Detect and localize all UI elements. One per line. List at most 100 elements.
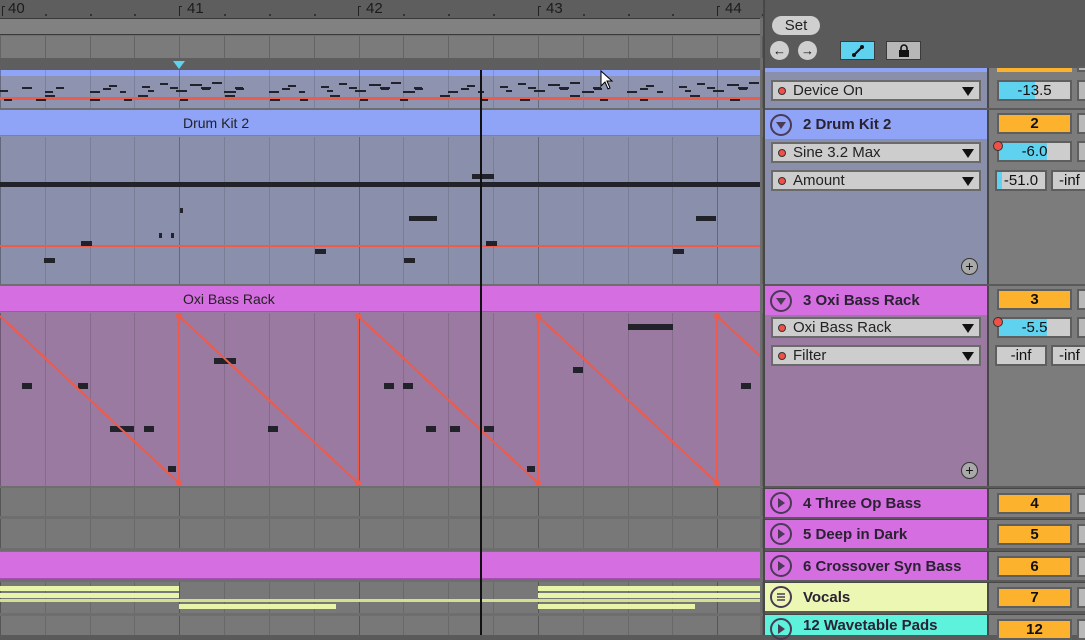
fold-toggle-right-icon[interactable] bbox=[770, 492, 792, 514]
midi-note[interactable] bbox=[500, 86, 508, 88]
midi-note[interactable] bbox=[225, 95, 235, 97]
midi-note[interactable] bbox=[0, 90, 8, 92]
midi-note[interactable] bbox=[4, 99, 12, 101]
midi-note[interactable] bbox=[270, 99, 280, 101]
midi-note[interactable] bbox=[321, 86, 329, 88]
midi-note[interactable] bbox=[269, 91, 279, 93]
track-number-box[interactable]: 7 bbox=[997, 587, 1072, 608]
midi-note[interactable] bbox=[142, 86, 150, 88]
track-title-bar[interactable]: 2 Drum Kit 2 bbox=[765, 110, 987, 139]
device-chooser[interactable]: Oxi Bass Rack bbox=[771, 317, 981, 338]
add-automation-lane-button[interactable]: + bbox=[961, 258, 978, 275]
midi-note[interactable] bbox=[472, 174, 494, 179]
track-number-box[interactable] bbox=[997, 68, 1072, 72]
midi-note[interactable] bbox=[506, 90, 512, 92]
track-number-box[interactable]: 4 bbox=[997, 493, 1072, 514]
clip-bar[interactable] bbox=[538, 593, 760, 598]
track-6-clip[interactable] bbox=[0, 551, 760, 579]
midi-note[interactable] bbox=[685, 90, 691, 92]
track-1-lane[interactable] bbox=[0, 70, 763, 108]
fold-toggle-right-icon[interactable] bbox=[770, 618, 792, 640]
clip-bar[interactable] bbox=[538, 586, 760, 591]
midi-note[interactable] bbox=[358, 90, 366, 92]
track-header[interactable]: Vocals bbox=[765, 582, 987, 611]
track-3-header[interactable]: 3 Oxi Bass Rack Oxi Bass Rack Filter + bbox=[765, 286, 987, 486]
fold-toggle-down-icon[interactable] bbox=[770, 290, 792, 312]
midi-note[interactable] bbox=[103, 88, 111, 90]
midi-note[interactable] bbox=[673, 249, 684, 254]
beat-time-ruler[interactable]: 40 41 42 43 44 bbox=[0, 0, 763, 18]
midi-note[interactable] bbox=[448, 91, 458, 93]
activator-button[interactable] bbox=[1077, 113, 1085, 134]
midi-note[interactable] bbox=[327, 90, 333, 92]
midi-note[interactable] bbox=[360, 99, 368, 101]
midi-note[interactable] bbox=[528, 87, 536, 89]
activator-button[interactable] bbox=[1077, 66, 1085, 72]
track-5-lane[interactable] bbox=[0, 519, 763, 548]
midi-note[interactable] bbox=[467, 85, 475, 87]
track-title-bar[interactable]: 3 Oxi Bass Rack bbox=[765, 286, 987, 315]
fold-toggle-right-icon[interactable] bbox=[770, 555, 792, 577]
track-4-lane[interactable] bbox=[0, 488, 763, 516]
clip-bar[interactable] bbox=[0, 586, 179, 591]
midi-note[interactable] bbox=[400, 99, 408, 101]
midi-note[interactable] bbox=[224, 91, 232, 93]
midi-note[interactable] bbox=[404, 258, 415, 263]
arrangement-view[interactable]: 40 41 42 43 44 Drum Kit 2 Oxi Bass Rack bbox=[0, 0, 763, 635]
midi-note[interactable] bbox=[138, 95, 148, 97]
group-fold-icon[interactable] bbox=[770, 586, 792, 608]
parameter-chooser[interactable]: Amount bbox=[771, 170, 981, 191]
activator-button[interactable] bbox=[1077, 289, 1085, 310]
midi-note[interactable] bbox=[570, 82, 580, 84]
midi-note[interactable] bbox=[369, 84, 381, 86]
marker-strip[interactable] bbox=[0, 58, 760, 70]
midi-note[interactable] bbox=[679, 86, 687, 88]
track-2-lane[interactable]: Drum Kit 2 bbox=[0, 110, 763, 284]
midi-note[interactable] bbox=[120, 91, 126, 93]
midi-note[interactable] bbox=[0, 182, 760, 187]
arrow-right-icon[interactable]: → bbox=[798, 41, 817, 60]
activator-button[interactable] bbox=[1077, 524, 1085, 545]
parameter-chooser[interactable]: Filter bbox=[771, 345, 981, 366]
midi-note[interactable] bbox=[409, 216, 437, 221]
midi-note[interactable] bbox=[697, 83, 705, 85]
activator-button[interactable] bbox=[1077, 587, 1085, 608]
midi-note[interactable] bbox=[696, 216, 716, 221]
midi-note[interactable] bbox=[486, 241, 497, 246]
track-3-lane[interactable]: Oxi Bass Rack bbox=[0, 286, 763, 486]
midi-note[interactable] bbox=[716, 90, 724, 92]
clip-bar[interactable] bbox=[0, 593, 179, 598]
time-selection-strip[interactable] bbox=[0, 36, 763, 58]
track-number-box[interactable]: 6 bbox=[997, 556, 1072, 577]
midi-note[interactable] bbox=[282, 88, 290, 90]
midi-note[interactable] bbox=[582, 91, 590, 93]
track-number-box[interactable]: 5 bbox=[997, 524, 1072, 545]
midi-note[interactable] bbox=[707, 87, 715, 89]
pan-field[interactable] bbox=[1077, 317, 1085, 338]
midi-note[interactable] bbox=[727, 84, 739, 86]
send-b-field[interactable]: -inf bbox=[1051, 170, 1085, 191]
midi-note[interactable] bbox=[171, 233, 174, 238]
midi-note[interactable] bbox=[124, 99, 132, 101]
automation-envelope[interactable] bbox=[0, 286, 760, 486]
activator-button[interactable] bbox=[1077, 619, 1085, 640]
track-number-box[interactable]: 12 bbox=[997, 619, 1072, 640]
midi-note[interactable] bbox=[160, 83, 168, 85]
send-b-field[interactable]: -inf bbox=[1051, 345, 1085, 366]
midi-note[interactable] bbox=[414, 87, 422, 89]
midi-note[interactable] bbox=[749, 82, 759, 84]
midi-note[interactable] bbox=[90, 99, 100, 101]
midi-note[interactable] bbox=[559, 87, 569, 89]
automation-mode-button[interactable] bbox=[840, 41, 875, 60]
device-chooser[interactable]: Device On bbox=[771, 80, 981, 101]
midi-note[interactable] bbox=[109, 85, 117, 87]
pan-field[interactable] bbox=[1077, 141, 1085, 162]
track-header[interactable]: 5 Deep in Dark bbox=[765, 519, 987, 548]
track-number-box[interactable]: 2 bbox=[997, 113, 1072, 134]
volume-field[interactable]: -13.5 bbox=[997, 80, 1072, 101]
device-chooser[interactable]: Sine 3.2 Max bbox=[771, 142, 981, 163]
track-12-lane[interactable] bbox=[0, 616, 763, 635]
vocals-group-lane[interactable] bbox=[0, 582, 763, 613]
set-button[interactable]: Set bbox=[772, 16, 820, 35]
track-number-box[interactable]: 3 bbox=[997, 289, 1072, 310]
